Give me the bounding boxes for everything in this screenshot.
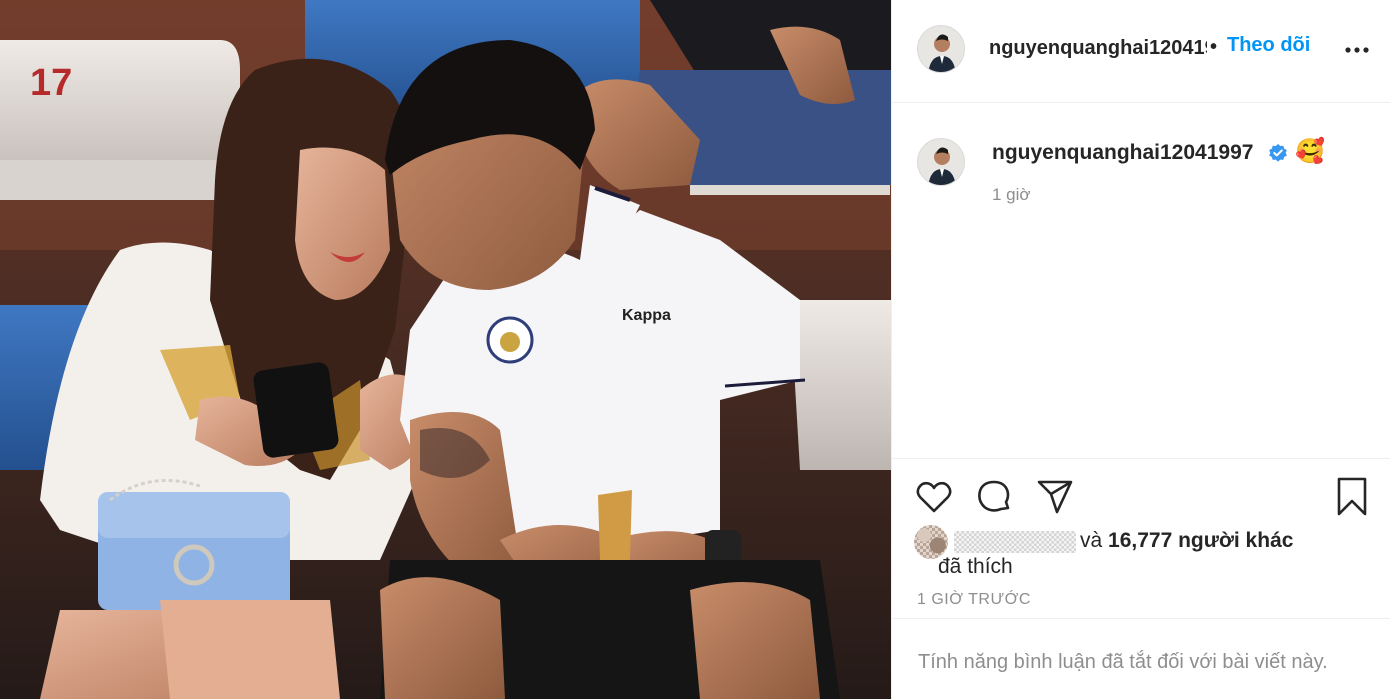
save-button[interactable]: [1332, 477, 1372, 517]
comments-disabled-notice: Tính năng bình luận đã tắt đối với bài v…: [892, 618, 1390, 699]
comment-icon: [978, 480, 1010, 512]
more-options-button[interactable]: [1342, 33, 1372, 63]
like-button[interactable]: [914, 477, 954, 517]
heart-icon: [916, 481, 952, 513]
post-photo[interactable]: 17 Kappa: [0, 0, 891, 699]
likes-text: và 16,777 người khác: [1080, 529, 1293, 553]
more-horizontal-icon: [1345, 47, 1369, 53]
posted-time[interactable]: 1 GIỜ TRƯỚC: [917, 591, 1031, 609]
likes-count[interactable]: 16,777 người khác: [1108, 529, 1293, 552]
comment-button[interactable]: [974, 477, 1014, 517]
share-button[interactable]: [1035, 477, 1075, 517]
author-username[interactable]: nguyenquanghai12041997: [989, 37, 1207, 60]
verified-badge-icon: [1269, 144, 1287, 162]
seat-number: 17: [30, 62, 72, 104]
comments-disabled-text: Tính năng bình luận đã tắt đối với bài v…: [918, 651, 1328, 673]
caption-emoji: 🥰: [1295, 138, 1325, 165]
liked-label: đã thích: [938, 555, 1013, 578]
post-header: nguyenquanghai12041997 • Theo dõi: [892, 0, 1390, 103]
shirt-logo: Kappa: [622, 307, 671, 324]
avatar-image: [918, 139, 964, 185]
post-sidebar: nguyenquanghai12041997 • Theo dõi nguyen…: [891, 0, 1390, 699]
follow-button[interactable]: Theo dõi: [1227, 34, 1310, 57]
author-avatar[interactable]: [917, 25, 965, 73]
bookmark-icon: [1337, 477, 1367, 516]
post-actions: và 16,777 người khác đã thích 1 GIỜ TRƯỚ…: [892, 458, 1390, 618]
send-icon: [1037, 480, 1073, 514]
photo-illustration: 17 Kappa: [0, 0, 891, 699]
likes-connector: và: [1080, 529, 1103, 552]
caption-avatar[interactable]: [917, 138, 965, 186]
avatar-image: [918, 26, 964, 72]
header-separator: •: [1210, 36, 1218, 58]
caption-username[interactable]: nguyenquanghai12041997: [992, 141, 1253, 165]
liker-avatar[interactable]: [914, 525, 948, 559]
liker-name-blurred[interactable]: [954, 531, 1076, 553]
caption-time[interactable]: 1 giờ: [992, 185, 1031, 205]
likes-summary[interactable]: và 16,777 người khác: [914, 525, 1374, 559]
post-caption: nguyenquanghai12041997 🥰 1 giờ: [892, 103, 1390, 458]
